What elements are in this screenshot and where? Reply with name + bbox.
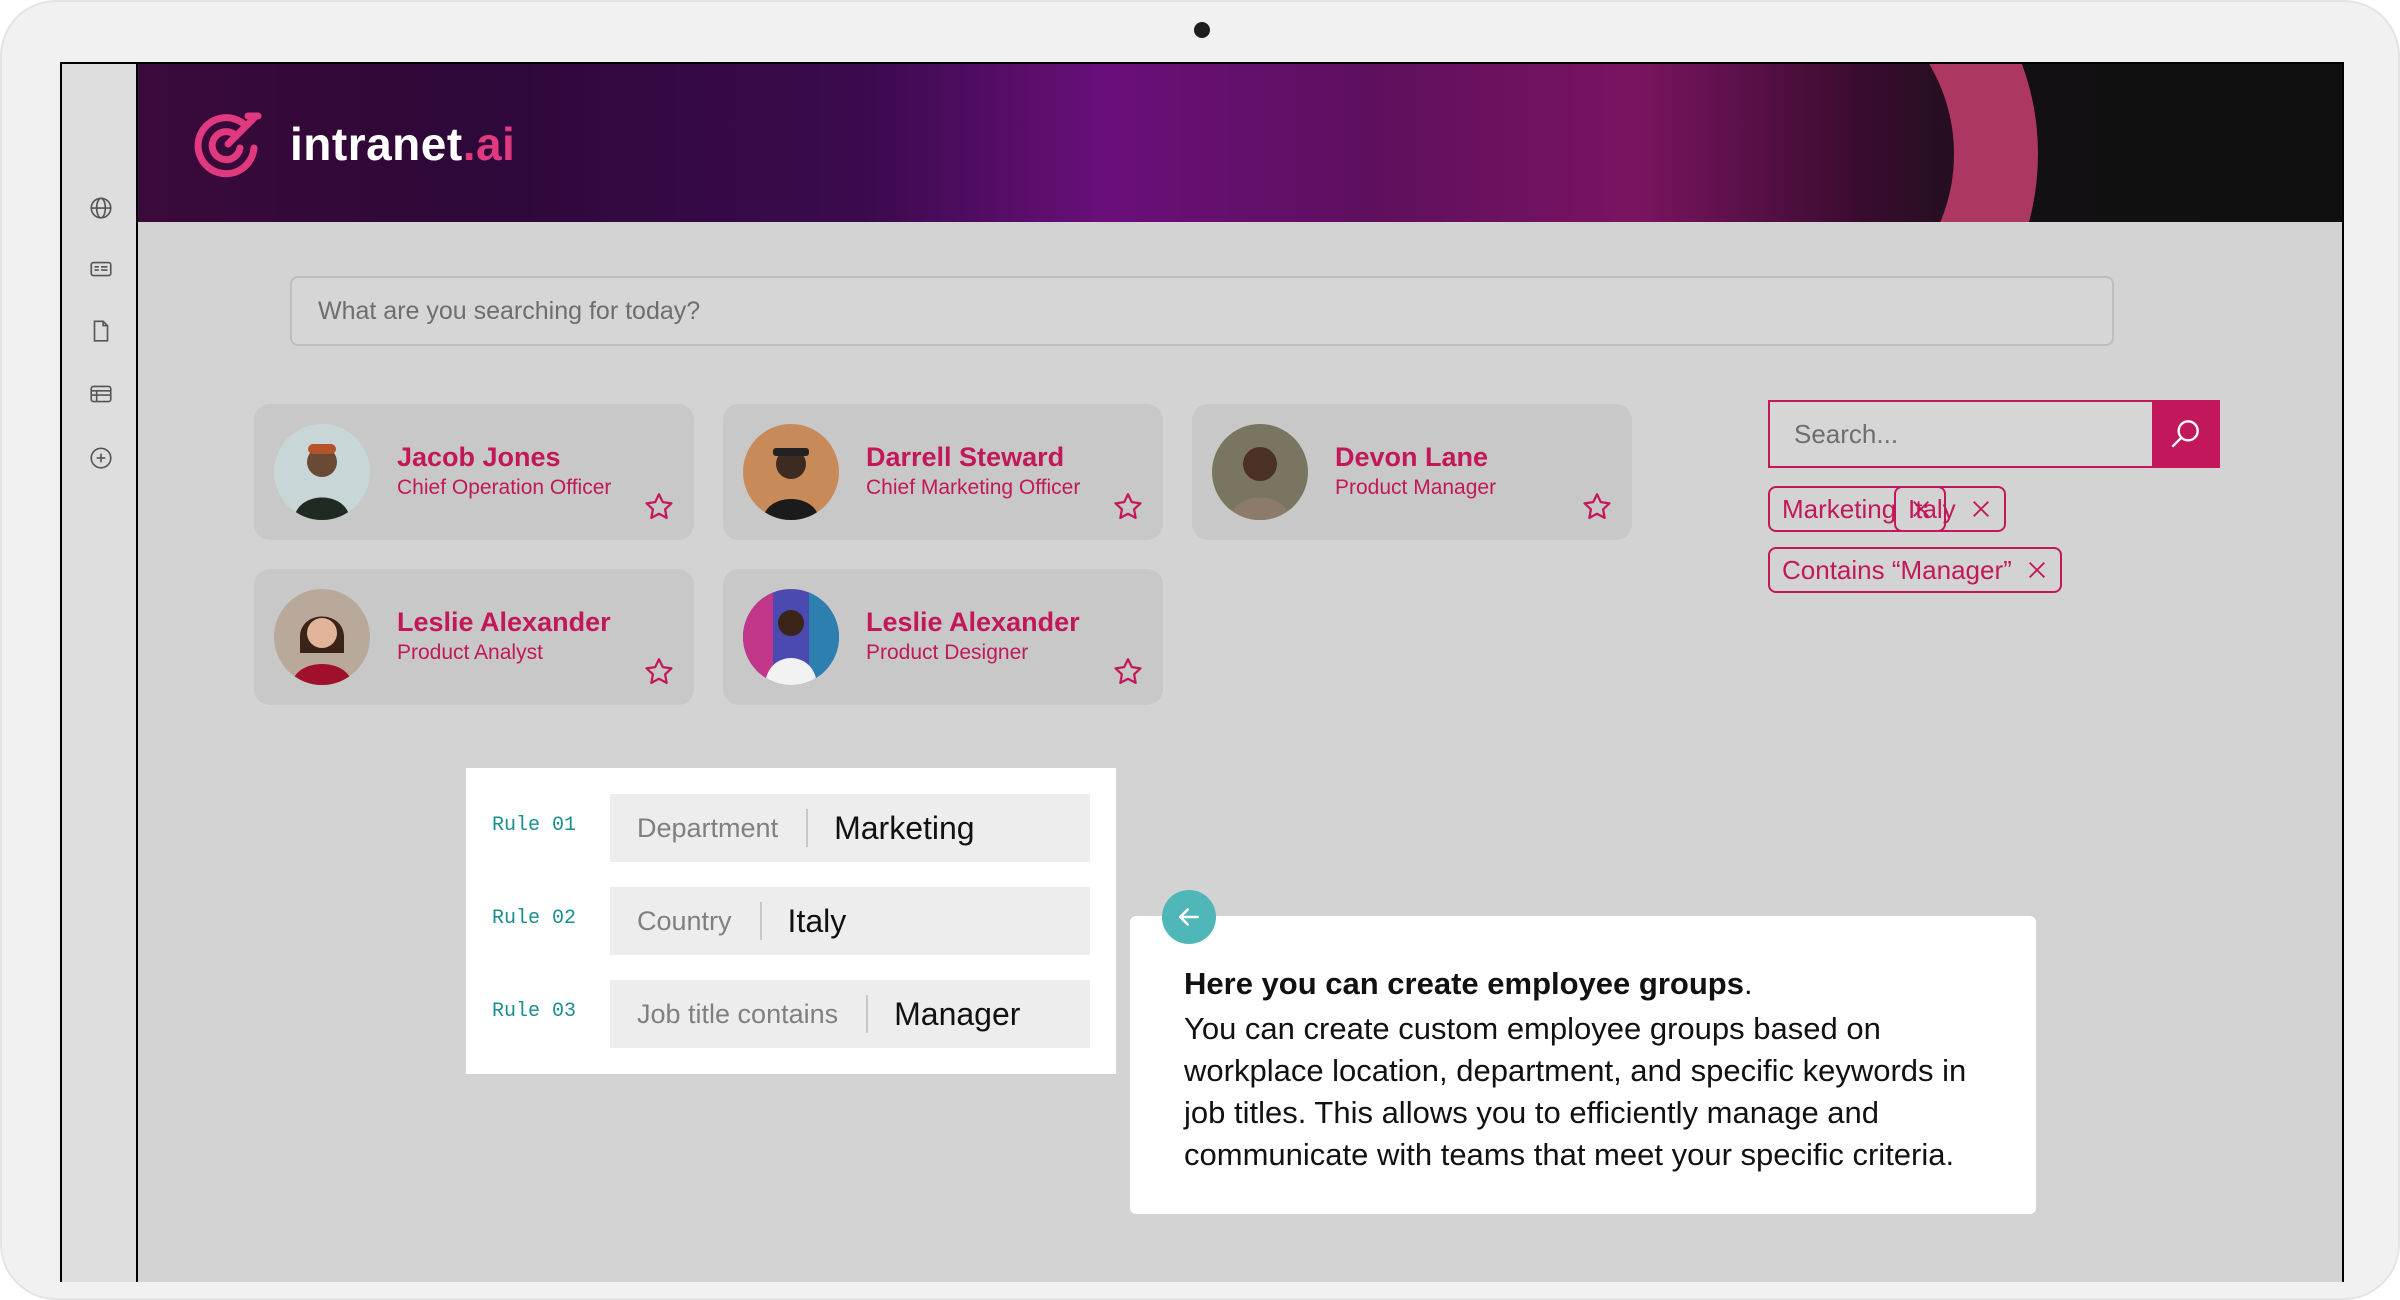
rule-label: Rule 01: [492, 814, 577, 837]
star-icon[interactable]: [642, 655, 676, 689]
person-name: Jacob Jones: [397, 442, 561, 472]
rule-key: Job title contains: [637, 998, 839, 1029]
logo-target-icon: [194, 112, 262, 178]
person-role: Chief Marketing Officer: [866, 476, 1081, 499]
avatar: [743, 589, 839, 685]
star-icon[interactable]: [642, 490, 676, 524]
person-name: Leslie Alexander: [397, 607, 611, 637]
filter-search: [1768, 400, 2220, 468]
back-arrow-button[interactable]: [1162, 890, 1216, 944]
filter-search-button[interactable]: [2152, 402, 2218, 466]
chip-label: Italy: [1908, 493, 1956, 524]
person-card[interactable]: Leslie Alexander Product Designer: [723, 569, 1163, 705]
rule-value: Marketing: [834, 809, 975, 846]
person-name: Devon Lane: [1335, 442, 1489, 472]
close-icon[interactable]: [1970, 498, 1992, 520]
screen: intranet.ai Jacob Jones Chief Operation …: [60, 62, 2344, 1282]
person-card[interactable]: Leslie Alexander Product Analyst: [254, 569, 694, 705]
brand-accent: .ai: [462, 118, 516, 170]
person-role: Product Manager: [1335, 476, 1497, 499]
chip-label: Contains “Manager”: [1782, 554, 2012, 585]
main-content: intranet.ai Jacob Jones Chief Operation …: [138, 64, 2342, 1282]
avatar: [274, 424, 370, 520]
star-icon[interactable]: [1111, 490, 1145, 524]
avatar: [743, 424, 839, 520]
person-name: Leslie Alexander: [866, 607, 1080, 637]
filter-chip[interactable]: Contains “Manager”: [1768, 547, 2062, 593]
global-search-input[interactable]: [290, 276, 2114, 346]
document-icon[interactable]: [87, 317, 115, 345]
rule-row[interactable]: Job title contains Manager: [610, 980, 1090, 1048]
arrow-left-icon: [1179, 908, 1199, 926]
header-banner: intranet.ai: [138, 64, 2342, 222]
camera: [1194, 22, 1210, 38]
rule-label: Rule 02: [492, 907, 577, 930]
chip-label: Marketing: [1782, 493, 1897, 524]
close-icon[interactable]: [2026, 559, 2048, 581]
person-card[interactable]: Devon Lane Product Manager: [1192, 404, 1632, 540]
avatar: [274, 589, 370, 685]
rule-value: Manager: [894, 995, 1021, 1032]
banner-decoration: [1778, 64, 2038, 222]
rule-value: Italy: [787, 902, 847, 939]
filter-chip[interactable]: Italy: [1894, 486, 2006, 532]
info-title-bold: Here you can create employee groups: [1184, 966, 1744, 1001]
avatar: [1212, 424, 1308, 520]
rule-label: Rule 03: [492, 1000, 577, 1023]
group-rules-panel: Rule 01 Department Marketing Rule 02 Cou…: [466, 768, 1116, 1074]
info-panel: Here you can create employee groups. You…: [1130, 916, 2036, 1214]
brand-name: intranet: [290, 118, 463, 170]
rule-key: Country: [637, 905, 732, 936]
logo[interactable]: intranet.ai: [188, 104, 515, 184]
rule-row[interactable]: Country Italy: [610, 887, 1090, 955]
logo-text: intranet.ai: [290, 117, 515, 171]
sidebar: [62, 64, 136, 1282]
rule-row[interactable]: Department Marketing: [610, 794, 1090, 862]
news-icon[interactable]: [87, 255, 115, 283]
star-icon[interactable]: [1580, 490, 1614, 524]
rule-key: Department: [637, 812, 779, 843]
person-card[interactable]: Darrell Steward Chief Marketing Officer: [723, 404, 1163, 540]
star-icon[interactable]: [1111, 655, 1145, 689]
info-body: You can create custom employee groups ba…: [1184, 1011, 1967, 1172]
table-icon[interactable]: [87, 380, 115, 408]
add-circle-icon[interactable]: [87, 444, 115, 472]
laptop-frame: intranet.ai Jacob Jones Chief Operation …: [0, 0, 2400, 1300]
person-card[interactable]: Jacob Jones Chief Operation Officer: [254, 404, 694, 540]
globe-icon[interactable]: [87, 194, 115, 222]
search-icon: [2171, 420, 2199, 448]
person-role: Product Designer: [866, 641, 1029, 664]
person-role: Chief Operation Officer: [397, 476, 612, 499]
info-title: Here you can create employee groups.: [1184, 966, 1753, 1002]
person-name: Darrell Steward: [866, 442, 1065, 472]
info-title-rest: .: [1743, 966, 1753, 1001]
filter-search-input[interactable]: [1770, 402, 2156, 466]
person-role: Product Analyst: [397, 641, 543, 664]
